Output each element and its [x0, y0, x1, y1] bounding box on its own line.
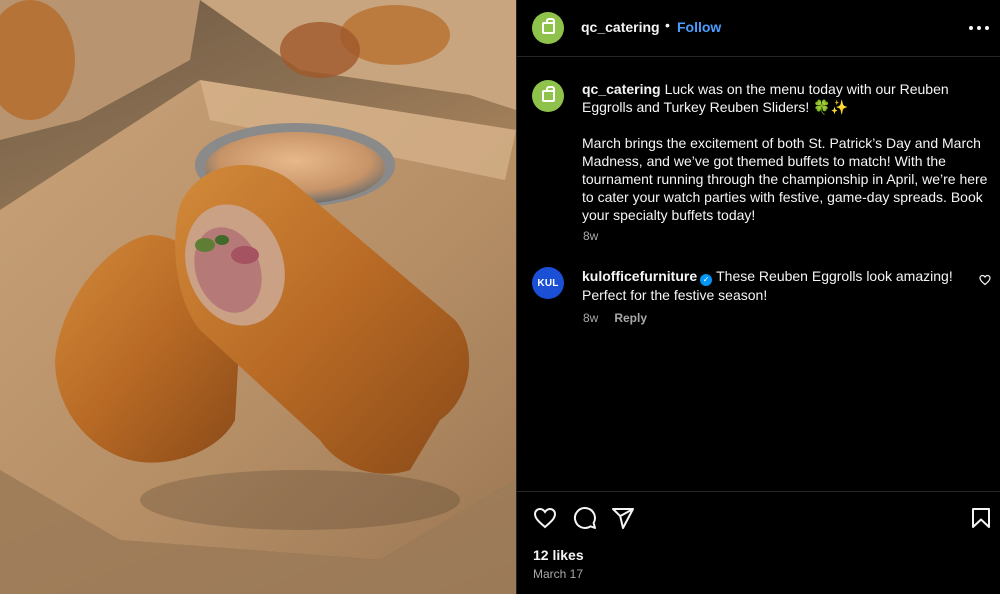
commenter-username[interactable]: kulofficefurniture: [582, 268, 697, 284]
likes-count[interactable]: 12 likes: [533, 547, 584, 563]
eggroll-photo-illustration: [0, 0, 516, 594]
heart-icon[interactable]: [533, 506, 557, 530]
caption-username[interactable]: qc_catering: [582, 81, 661, 97]
comment-meta: 8w Reply: [583, 311, 647, 325]
caption-line-2: March brings the excitement of both St. …: [582, 135, 988, 223]
more-horizontal-icon[interactable]: [967, 17, 991, 37]
post-detail-panel: qc_catering • Follow qc_catering Luck was…: [516, 0, 1000, 594]
post-actions: 12 likes March 17: [517, 491, 1000, 594]
header-separator: •: [665, 17, 670, 33]
bookmark-icon[interactable]: [969, 506, 993, 530]
caption-timestamp[interactable]: 8w: [583, 229, 598, 243]
comment-timestamp[interactable]: 8w: [583, 311, 598, 325]
header-username[interactable]: qc_catering: [581, 19, 660, 35]
post-header: qc_catering • Follow: [517, 0, 1000, 57]
caption-text: qc_catering Luck was on the menu today wi…: [582, 80, 992, 242]
send-icon[interactable]: [611, 506, 635, 530]
reply-button[interactable]: Reply: [614, 311, 647, 325]
profile-avatar[interactable]: [532, 12, 564, 44]
verified-badge-icon: ✓: [700, 274, 713, 286]
shopping-bag-icon: [541, 86, 555, 102]
comment-icon[interactable]: [573, 506, 597, 530]
commenter-avatar[interactable]: KUL: [532, 267, 564, 299]
comment-body: kulofficefurniture ✓ These Reuben Eggrolls…: [582, 267, 962, 304]
post-date[interactable]: March 17: [533, 567, 583, 581]
post-photo: [0, 0, 516, 594]
follow-button[interactable]: Follow: [677, 19, 721, 35]
comment-like-heart-icon[interactable]: [979, 274, 991, 286]
caption-avatar[interactable]: [532, 80, 564, 112]
shopping-bag-icon: [541, 18, 555, 34]
